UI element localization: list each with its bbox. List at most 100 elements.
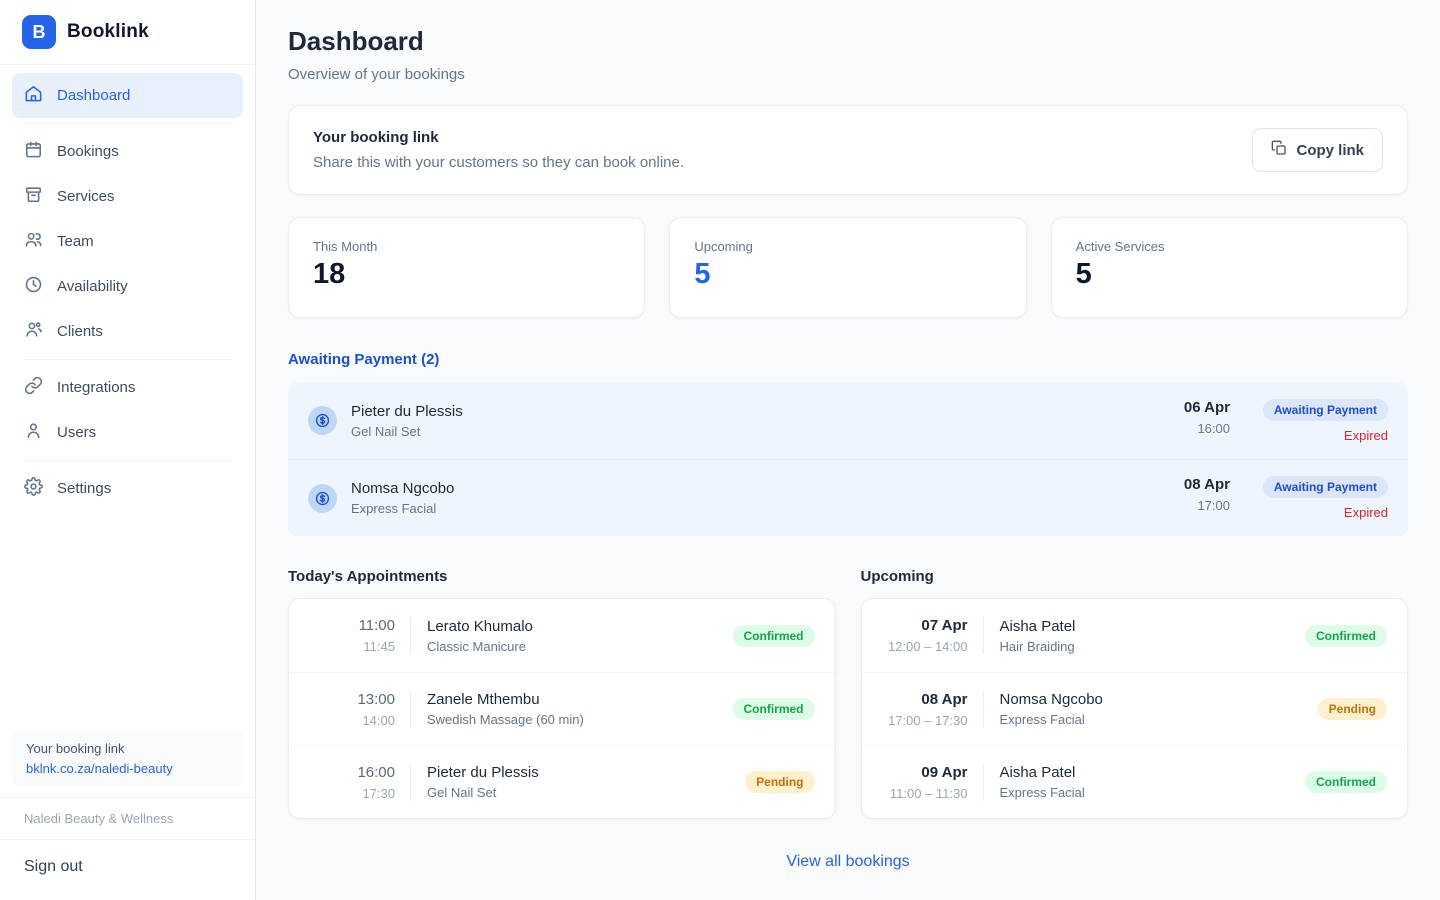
stat-label: Active Services	[1076, 239, 1383, 254]
appointment-times: 07 Apr 12:00 – 14:00	[882, 617, 984, 654]
service-name: Express Facial	[351, 501, 454, 516]
client-info: Nomsa Ngcobo Express Facial	[351, 480, 454, 516]
sign-out-button[interactable]: Sign out	[0, 840, 255, 900]
stat-card-this-month: This Month 18	[288, 217, 645, 318]
stat-card-active-services: Active Services 5	[1051, 217, 1408, 318]
appointment-row[interactable]: 08 Apr 17:00 – 17:30 Nomsa Ngcobo Expres…	[862, 672, 1408, 745]
booking-time-range: 17:00 – 17:30	[882, 713, 968, 728]
client-info: Zanele Mthembu Swedish Massage (60 min)	[427, 691, 584, 727]
status-badge: Confirmed	[733, 698, 815, 720]
link-icon	[24, 376, 43, 399]
copy-link-button[interactable]: Copy link	[1252, 128, 1383, 172]
status-column: Awaiting Payment Expired	[1252, 399, 1388, 443]
sidebar-item-settings[interactable]: Settings	[12, 466, 243, 511]
todays-appointments-section: Today's Appointments 11:00 11:45 Lerato …	[288, 568, 836, 819]
expired-label: Expired	[1344, 505, 1388, 520]
app-logo: B Booklink	[0, 0, 255, 64]
home-icon	[24, 84, 43, 107]
stat-label: This Month	[313, 239, 620, 254]
todays-appointments-heading: Today's Appointments	[288, 568, 836, 585]
sidebar-item-label: Clients	[57, 323, 103, 340]
user-icon	[24, 421, 43, 444]
booking-date: 07 Apr	[882, 617, 968, 634]
end-time: 11:45	[309, 639, 395, 654]
stat-card-upcoming: Upcoming 5	[669, 217, 1026, 318]
appointment-times: 08 Apr 17:00 – 17:30	[882, 691, 984, 728]
stat-value: 18	[313, 258, 620, 291]
awaiting-payment-row[interactable]: Pieter du Plessis Gel Nail Set 06 Apr 16…	[288, 382, 1408, 459]
sidebar-item-integrations[interactable]: Integrations	[12, 365, 243, 410]
sidebar-item-label: Availability	[57, 278, 128, 295]
sidebar-item-label: Bookings	[57, 143, 119, 160]
app-logo-icon: B	[22, 15, 56, 49]
start-time: 16:00	[309, 764, 395, 781]
booking-link-label: Your booking link	[26, 741, 229, 756]
appointment-row[interactable]: 16:00 17:30 Pieter du Plessis Gel Nail S…	[289, 745, 835, 818]
booking-date: 08 Apr	[882, 691, 968, 708]
booking-time-range: 11:00 – 11:30	[882, 786, 968, 801]
appointment-row[interactable]: 07 Apr 12:00 – 14:00 Aisha Patel Hair Br…	[862, 599, 1408, 672]
service-name: Express Facial	[1000, 785, 1085, 800]
status-badge: Confirmed	[733, 625, 815, 647]
calendar-icon	[24, 140, 43, 163]
sidebar-item-availability[interactable]: Availability	[12, 264, 243, 309]
upcoming-heading: Upcoming	[861, 568, 1409, 585]
sidebar-item-bookings[interactable]: Bookings	[12, 129, 243, 174]
awaiting-payment-list: Pieter du Plessis Gel Nail Set 06 Apr 16…	[288, 382, 1408, 536]
appointment-row[interactable]: 11:00 11:45 Lerato Khumalo Classic Manic…	[289, 599, 835, 672]
client-name: Lerato Khumalo	[427, 618, 533, 635]
booking-time: 17:00	[1184, 498, 1230, 513]
sidebar-item-dashboard[interactable]: Dashboard	[12, 73, 243, 118]
business-name: Naledi Beauty & Wellness	[0, 798, 255, 839]
user-round-icon	[24, 320, 43, 343]
status-badge: Pending	[1318, 698, 1387, 720]
booking-link-card-text: Your booking link Share this with your c…	[313, 129, 684, 171]
end-time: 17:30	[309, 786, 395, 801]
end-time: 14:00	[309, 713, 395, 728]
divider	[24, 123, 231, 124]
view-all-wrapper: View all bookings	[288, 853, 1408, 871]
booking-link-url[interactable]: bklnk.co.za/naledi-beauty	[26, 761, 229, 776]
booking-time: 16:00	[1184, 421, 1230, 436]
booking-date: 09 Apr	[882, 764, 968, 781]
awaiting-payment-heading: Awaiting Payment (2)	[288, 351, 1408, 368]
client-info: Nomsa Ngcobo Express Facial	[1000, 691, 1103, 727]
sidebar: B Booklink Dashboard Bookings Services T…	[0, 0, 256, 900]
client-name: Aisha Patel	[1000, 764, 1085, 781]
booking-when: 06 Apr 16:00	[1184, 399, 1230, 436]
client-name: Aisha Patel	[1000, 618, 1076, 635]
client-info: Lerato Khumalo Classic Manicure	[427, 618, 533, 654]
client-name: Pieter du Plessis	[427, 764, 539, 781]
status-badge: Pending	[745, 771, 814, 793]
appointment-times: 13:00 14:00	[309, 691, 411, 728]
appointment-times: 16:00 17:30	[309, 764, 411, 801]
stat-label: Upcoming	[694, 239, 1001, 254]
appointment-row[interactable]: 09 Apr 11:00 – 11:30 Aisha Patel Express…	[862, 745, 1408, 818]
sidebar-item-label: Users	[57, 424, 96, 441]
status-badge: Awaiting Payment	[1263, 399, 1388, 421]
service-name: Express Facial	[1000, 712, 1103, 727]
sidebar-item-team[interactable]: Team	[12, 219, 243, 264]
sidebar-item-clients[interactable]: Clients	[12, 309, 243, 354]
client-info: Aisha Patel Express Facial	[1000, 764, 1085, 800]
dollar-circle-icon	[308, 484, 337, 513]
start-time: 11:00	[309, 617, 395, 634]
divider	[24, 460, 231, 461]
service-name: Gel Nail Set	[351, 424, 463, 439]
sidebar-item-label: Integrations	[57, 379, 135, 396]
service-name: Classic Manicure	[427, 639, 533, 654]
client-name: Nomsa Ngcobo	[1000, 691, 1103, 708]
client-info: Aisha Patel Hair Braiding	[1000, 618, 1076, 654]
sidebar-booking-link-card: Your booking link bklnk.co.za/naledi-bea…	[12, 730, 243, 787]
sidebar-item-label: Team	[57, 233, 94, 250]
awaiting-payment-row[interactable]: Nomsa Ngcobo Express Facial 08 Apr 17:00…	[288, 459, 1408, 536]
clock-icon	[24, 275, 43, 298]
view-all-bookings-link[interactable]: View all bookings	[786, 853, 909, 870]
stats-row: This Month 18 Upcoming 5 Active Services…	[288, 217, 1408, 318]
status-badge: Awaiting Payment	[1263, 476, 1388, 498]
appointment-row[interactable]: 13:00 14:00 Zanele Mthembu Swedish Massa…	[289, 672, 835, 745]
sidebar-item-users[interactable]: Users	[12, 410, 243, 455]
booking-time-range: 12:00 – 14:00	[882, 639, 968, 654]
sidebar-item-services[interactable]: Services	[12, 174, 243, 219]
status-badge: Confirmed	[1305, 625, 1387, 647]
